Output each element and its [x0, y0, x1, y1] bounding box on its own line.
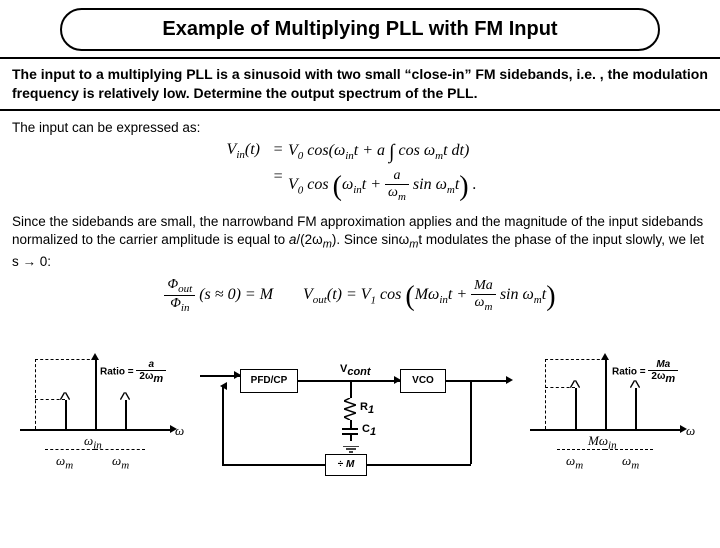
- pfd-block: PFD/CP: [240, 369, 298, 393]
- page-title: Example of Multiplying PLL with FM Input: [60, 8, 660, 51]
- equation-1-row-a: Vin(t) = V0 cos(ωint + a ∫ cos ωmt dt): [0, 139, 720, 166]
- ratio-in-label: Ratio = a2ωm: [100, 359, 166, 385]
- equation-2: ΦoutΦin (s ≈ 0) = M Vout(t) = V1 cos (Mω…: [0, 273, 720, 320]
- explanation-line: Since the sidebands are small, the narro…: [0, 205, 720, 273]
- equation-1-row-b: = V0 cos (ωint + aωm sin ωmt) .: [0, 166, 720, 205]
- pll-diagram: ω ωin ωm ωm Ratio = a2ωm PFD/CP VCO ÷ M …: [0, 319, 720, 489]
- ratio-out-label: Ratio = Ma2ωm: [612, 359, 678, 385]
- problem-statement: The input to a multiplying PLL is a sinu…: [0, 57, 720, 111]
- vco-block: VCO: [400, 369, 446, 393]
- intro-line: The input can be expressed as:: [0, 111, 720, 139]
